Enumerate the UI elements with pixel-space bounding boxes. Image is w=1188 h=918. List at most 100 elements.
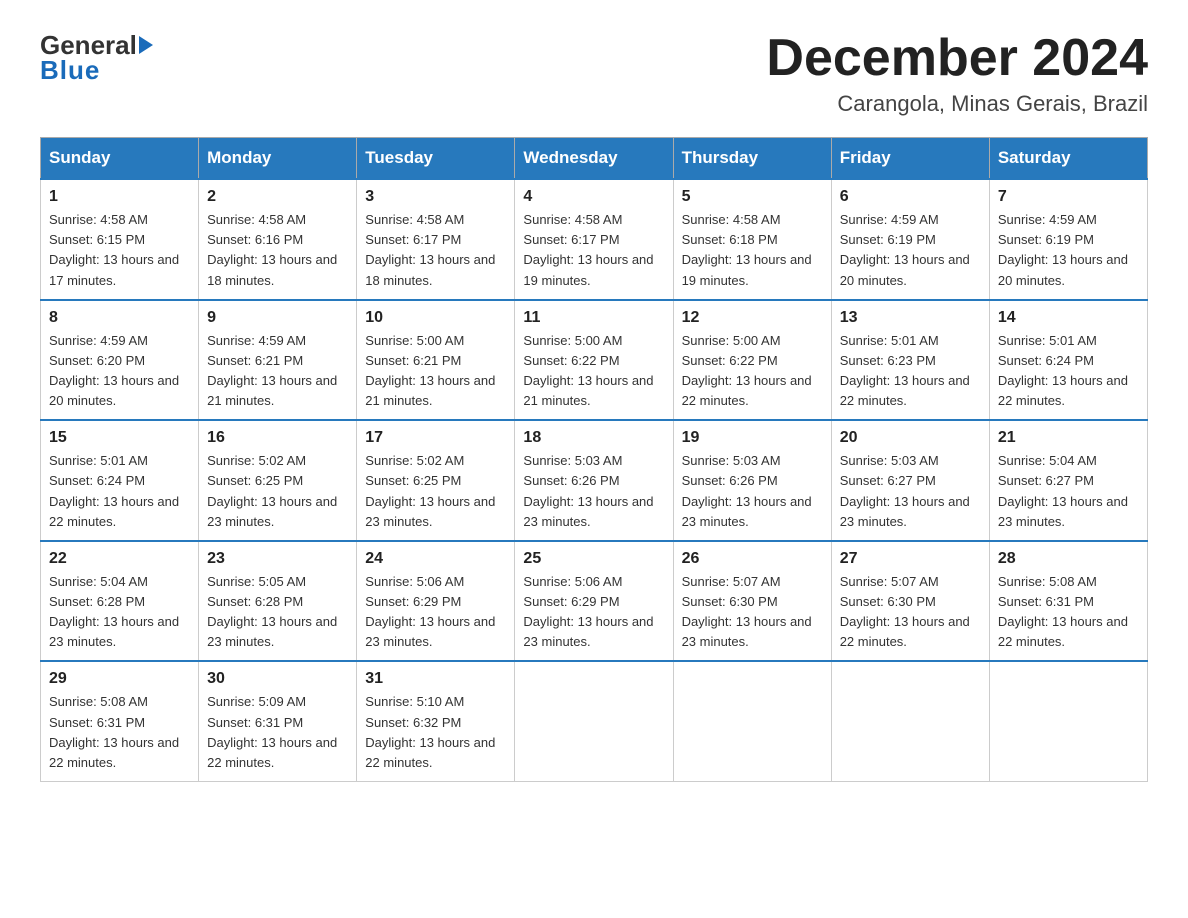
logo-triangle-icon	[139, 36, 153, 54]
calendar-cell: 12 Sunrise: 5:00 AMSunset: 6:22 PMDayligh…	[673, 300, 831, 421]
page-header: General Blue December 2024 Carangola, Mi…	[40, 30, 1148, 117]
day-info: Sunrise: 4:58 AMSunset: 6:17 PMDaylight:…	[523, 210, 664, 291]
calendar-week-row-1: 1 Sunrise: 4:58 AMSunset: 6:15 PMDaylight…	[41, 179, 1148, 300]
calendar-cell: 30 Sunrise: 5:09 AMSunset: 6:31 PMDayligh…	[199, 661, 357, 781]
day-number: 30	[207, 670, 348, 688]
day-info: Sunrise: 5:03 AMSunset: 6:27 PMDaylight:…	[840, 451, 981, 532]
day-number: 5	[682, 188, 823, 206]
calendar-week-row-2: 8Sunrise: 4:59 AMSunset: 6:20 PMDaylight…	[41, 300, 1148, 421]
calendar-table: SundayMondayTuesdayWednesdayThursdayFrid…	[40, 137, 1148, 782]
day-number: 20	[840, 429, 981, 447]
day-number: 11	[523, 309, 664, 327]
calendar-cell: 22 Sunrise: 5:04 AMSunset: 6:28 PMDayligh…	[41, 541, 199, 662]
day-number: 26	[682, 550, 823, 568]
calendar-cell	[515, 661, 673, 781]
day-info: Sunrise: 5:09 AMSunset: 6:31 PMDaylight:…	[207, 692, 348, 773]
day-number: 16	[207, 429, 348, 447]
calendar-cell: 14Sunrise: 5:01 AMSunset: 6:24 PMDayligh…	[989, 300, 1147, 421]
calendar-cell: 18 Sunrise: 5:03 AMSunset: 6:26 PMDayligh…	[515, 420, 673, 541]
day-number: 9	[207, 309, 348, 327]
day-info: Sunrise: 5:08 AMSunset: 6:31 PMDaylight:…	[998, 572, 1139, 653]
calendar-cell: 5 Sunrise: 4:58 AMSunset: 6:18 PMDaylight…	[673, 179, 831, 300]
day-info: Sunrise: 5:00 AMSunset: 6:22 PMDaylight:…	[523, 331, 664, 412]
day-number: 8	[49, 309, 190, 327]
calendar-cell: 10 Sunrise: 5:00 AMSunset: 6:21 PMDayligh…	[357, 300, 515, 421]
day-info: Sunrise: 4:59 AMSunset: 6:21 PMDaylight:…	[207, 331, 348, 412]
calendar-cell: 23 Sunrise: 5:05 AMSunset: 6:28 PMDayligh…	[199, 541, 357, 662]
calendar-header-thursday: Thursday	[673, 138, 831, 180]
calendar-header-wednesday: Wednesday	[515, 138, 673, 180]
day-info: Sunrise: 5:06 AMSunset: 6:29 PMDaylight:…	[523, 572, 664, 653]
day-number: 22	[49, 550, 190, 568]
day-number: 14	[998, 309, 1139, 327]
calendar-week-row-4: 22 Sunrise: 5:04 AMSunset: 6:28 PMDayligh…	[41, 541, 1148, 662]
day-number: 28	[998, 550, 1139, 568]
calendar-header-friday: Friday	[831, 138, 989, 180]
day-number: 4	[523, 188, 664, 206]
day-info: Sunrise: 5:00 AMSunset: 6:21 PMDaylight:…	[365, 331, 506, 412]
day-info: Sunrise: 5:10 AMSunset: 6:32 PMDaylight:…	[365, 692, 506, 773]
calendar-cell: 26 Sunrise: 5:07 AMSunset: 6:30 PMDayligh…	[673, 541, 831, 662]
location-subtitle: Carangola, Minas Gerais, Brazil	[766, 91, 1148, 117]
day-info: Sunrise: 4:58 AMSunset: 6:17 PMDaylight:…	[365, 210, 506, 291]
calendar-cell: 11 Sunrise: 5:00 AMSunset: 6:22 PMDayligh…	[515, 300, 673, 421]
calendar-header-tuesday: Tuesday	[357, 138, 515, 180]
day-number: 17	[365, 429, 506, 447]
day-info: Sunrise: 4:58 AMSunset: 6:16 PMDaylight:…	[207, 210, 348, 291]
day-number: 24	[365, 550, 506, 568]
day-number: 13	[840, 309, 981, 327]
calendar-cell: 13 Sunrise: 5:01 AMSunset: 6:23 PMDayligh…	[831, 300, 989, 421]
calendar-cell	[673, 661, 831, 781]
day-number: 6	[840, 188, 981, 206]
day-number: 2	[207, 188, 348, 206]
logo-blue-text: Blue	[40, 55, 100, 86]
calendar-cell: 28 Sunrise: 5:08 AMSunset: 6:31 PMDayligh…	[989, 541, 1147, 662]
calendar-cell: 6Sunrise: 4:59 AMSunset: 6:19 PMDaylight…	[831, 179, 989, 300]
day-info: Sunrise: 5:01 AMSunset: 6:24 PMDaylight:…	[49, 451, 190, 532]
day-info: Sunrise: 5:03 AMSunset: 6:26 PMDaylight:…	[523, 451, 664, 532]
day-number: 25	[523, 550, 664, 568]
day-number: 18	[523, 429, 664, 447]
calendar-cell: 2 Sunrise: 4:58 AMSunset: 6:16 PMDaylight…	[199, 179, 357, 300]
calendar-cell: 7Sunrise: 4:59 AMSunset: 6:19 PMDaylight…	[989, 179, 1147, 300]
calendar-cell	[831, 661, 989, 781]
day-info: Sunrise: 5:08 AMSunset: 6:31 PMDaylight:…	[49, 692, 190, 773]
day-info: Sunrise: 5:00 AMSunset: 6:22 PMDaylight:…	[682, 331, 823, 412]
day-info: Sunrise: 5:07 AMSunset: 6:30 PMDaylight:…	[682, 572, 823, 653]
day-number: 1	[49, 188, 190, 206]
day-info: Sunrise: 5:04 AMSunset: 6:28 PMDaylight:…	[49, 572, 190, 653]
day-info: Sunrise: 4:58 AMSunset: 6:18 PMDaylight:…	[682, 210, 823, 291]
day-info: Sunrise: 5:01 AMSunset: 6:23 PMDaylight:…	[840, 331, 981, 412]
day-number: 12	[682, 309, 823, 327]
day-info: Sunrise: 5:07 AMSunset: 6:30 PMDaylight:…	[840, 572, 981, 653]
calendar-header-saturday: Saturday	[989, 138, 1147, 180]
calendar-cell: 4 Sunrise: 4:58 AMSunset: 6:17 PMDaylight…	[515, 179, 673, 300]
calendar-cell: 19 Sunrise: 5:03 AMSunset: 6:26 PMDayligh…	[673, 420, 831, 541]
day-number: 3	[365, 188, 506, 206]
day-number: 23	[207, 550, 348, 568]
calendar-cell: 24Sunrise: 5:06 AMSunset: 6:29 PMDayligh…	[357, 541, 515, 662]
day-number: 10	[365, 309, 506, 327]
day-number: 19	[682, 429, 823, 447]
day-info: Sunrise: 5:02 AMSunset: 6:25 PMDaylight:…	[365, 451, 506, 532]
day-number: 31	[365, 670, 506, 688]
calendar-cell: 9 Sunrise: 4:59 AMSunset: 6:21 PMDaylight…	[199, 300, 357, 421]
calendar-cell: 17 Sunrise: 5:02 AMSunset: 6:25 PMDayligh…	[357, 420, 515, 541]
day-number: 27	[840, 550, 981, 568]
day-info: Sunrise: 4:59 AMSunset: 6:19 PMDaylight:…	[998, 210, 1139, 291]
calendar-week-row-5: 29Sunrise: 5:08 AMSunset: 6:31 PMDayligh…	[41, 661, 1148, 781]
day-info: Sunrise: 5:02 AMSunset: 6:25 PMDaylight:…	[207, 451, 348, 532]
calendar-cell: 31 Sunrise: 5:10 AMSunset: 6:32 PMDayligh…	[357, 661, 515, 781]
day-info: Sunrise: 4:58 AMSunset: 6:15 PMDaylight:…	[49, 210, 190, 291]
calendar-cell: 8Sunrise: 4:59 AMSunset: 6:20 PMDaylight…	[41, 300, 199, 421]
calendar-header-row: SundayMondayTuesdayWednesdayThursdayFrid…	[41, 138, 1148, 180]
day-info: Sunrise: 5:05 AMSunset: 6:28 PMDaylight:…	[207, 572, 348, 653]
calendar-week-row-3: 15 Sunrise: 5:01 AMSunset: 6:24 PMDayligh…	[41, 420, 1148, 541]
day-number: 21	[998, 429, 1139, 447]
calendar-cell: 16 Sunrise: 5:02 AMSunset: 6:25 PMDayligh…	[199, 420, 357, 541]
calendar-cell: 29Sunrise: 5:08 AMSunset: 6:31 PMDayligh…	[41, 661, 199, 781]
day-number: 15	[49, 429, 190, 447]
calendar-cell: 27 Sunrise: 5:07 AMSunset: 6:30 PMDayligh…	[831, 541, 989, 662]
day-info: Sunrise: 5:03 AMSunset: 6:26 PMDaylight:…	[682, 451, 823, 532]
title-area: December 2024 Carangola, Minas Gerais, B…	[766, 30, 1148, 117]
